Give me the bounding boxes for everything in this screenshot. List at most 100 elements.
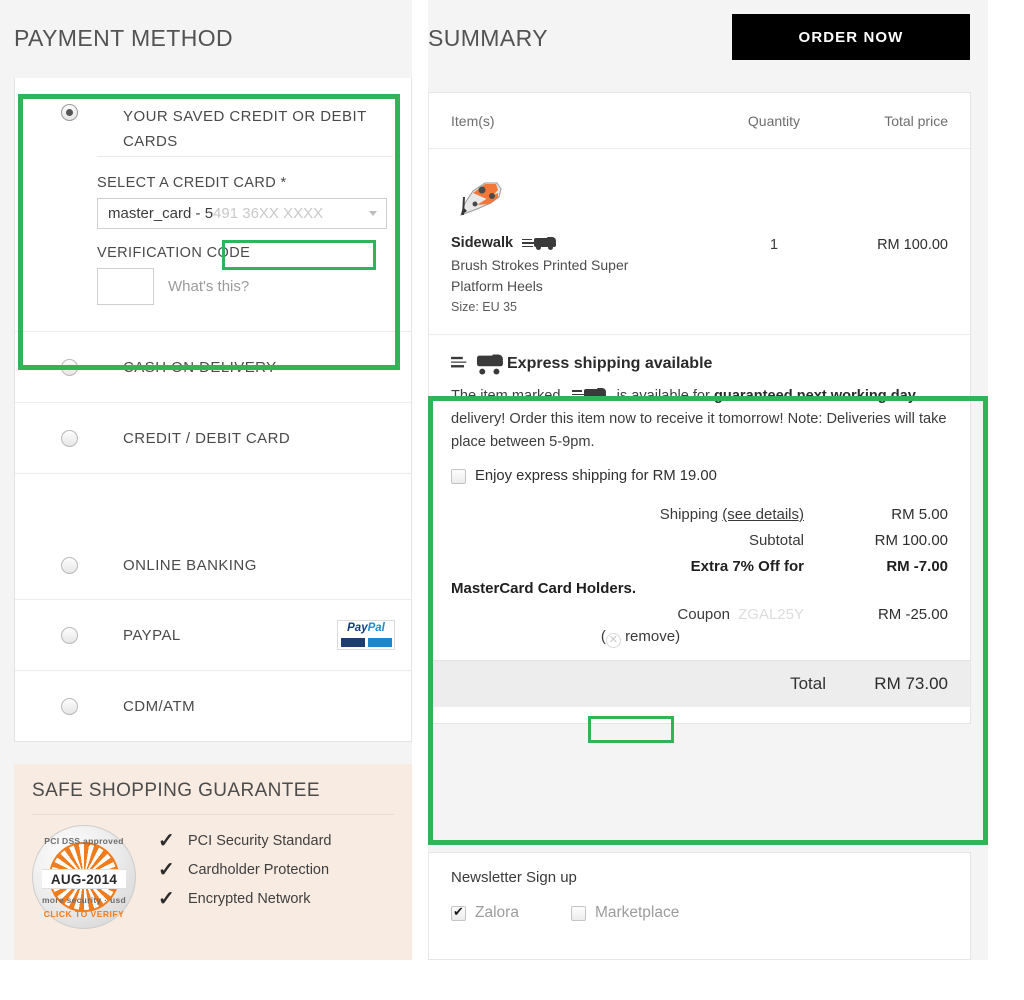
product-title-row: Sidewalk (451, 235, 720, 251)
coupon-code-value[interactable]: ZGAL25Y (738, 606, 804, 623)
discount-value: RM -7.00 (886, 558, 948, 575)
credit-card-select[interactable]: master_card - 5 491 36XX XXXX (97, 198, 387, 229)
express-shipping-block: Express shipping available The item mark… (429, 335, 970, 490)
column-header-quantity: Quantity (747, 112, 801, 129)
checkout-page: PAYMENT METHOD YOUR SAVED CREDIT OR DEBI… (0, 0, 1024, 1000)
payment-method-panel: YOUR SAVED CREDIT OR DEBIT CARDS SELECT … (14, 78, 412, 742)
radio-saved-cards[interactable] (61, 104, 78, 121)
payment-option-cdm-atm[interactable]: CDM/ATM (15, 671, 411, 741)
payment-option-label: YOUR SAVED CREDIT OR DEBIT CARDS (123, 108, 367, 150)
product-quantity: 1 (769, 237, 779, 253)
shipping-value: RM 5.00 (891, 506, 948, 523)
summary-footer-strip (428, 938, 971, 960)
safe-shopping-divider (32, 814, 394, 815)
list-item: ✓ Encrypted Network (158, 889, 331, 909)
payment-option-online-banking[interactable]: ONLINE BANKING (15, 474, 411, 600)
express-shipping-title: Express shipping available (507, 355, 713, 372)
list-item: ✓ Cardholder Protection (158, 860, 331, 880)
express-shipping-checkbox[interactable] (451, 468, 466, 484)
newsletter-option-label: Zalora (475, 904, 519, 921)
product-name: Brush Strokes Printed Super Platform Hee… (451, 257, 629, 294)
selected-card-masked: 491 36XX XXXX (213, 205, 324, 222)
payment-option-credit-debit-card[interactable]: CREDIT / DEBIT CARD (15, 403, 411, 474)
product-total-price: RM 100.00 (877, 237, 948, 253)
close-icon[interactable]: ✕ (605, 633, 621, 648)
column-header-total-price: Total price (884, 112, 948, 129)
shipping-label: Shipping (659, 506, 719, 523)
safe-item-label: Cardholder Protection (188, 862, 330, 878)
truck-icon (571, 388, 606, 401)
column-header-items: Item(s) (451, 112, 495, 129)
newsletter-option-zalora[interactable]: Zalora (451, 904, 519, 922)
newsletter-title: Newsletter Sign up (451, 869, 577, 886)
express-text-part2: is available for (616, 388, 710, 404)
payment-option-cash-on-delivery[interactable]: CASH ON DELIVERY (15, 332, 411, 403)
express-shipping-option[interactable]: Enjoy express shipping for RM 19.00 (451, 468, 948, 484)
selected-card-prefix: master_card - 5 (108, 205, 214, 222)
badge-top-text: PCI DSS approved (44, 836, 124, 846)
truck-icon (451, 353, 503, 375)
subtotal-value: RM 100.00 (874, 532, 948, 549)
summary-heading: SUMMARY (428, 25, 548, 51)
see-details-link[interactable]: (see details) (722, 506, 804, 523)
payment-method-heading: PAYMENT METHOD (14, 25, 234, 51)
radio-paypal[interactable] (61, 626, 78, 644)
coupon-value: RM -25.00 (877, 606, 948, 623)
safe-item-label: Encrypted Network (188, 891, 311, 907)
safe-item-label: PCI Security Standard (188, 833, 332, 849)
radio-online-banking[interactable] (61, 557, 78, 574)
radio-cdm-atm[interactable] (61, 697, 78, 715)
table-row: Sidewalk Brush Strokes Printed Super Pla… (429, 149, 970, 335)
coupon-label: Coupon (677, 606, 730, 623)
totals-block: Shipping (see details) RM 5.00 Subtotal … (429, 490, 970, 648)
totals-row-shipping: Shipping (see details) RM 5.00 (451, 506, 948, 523)
discount-label: Extra 7% Off for (690, 558, 804, 575)
payment-option-label: PAYPAL (123, 626, 181, 644)
saved-card-form: SELECT A CREDIT CARD * master_card - 5 4… (31, 156, 395, 331)
radio-credit-debit-card[interactable] (61, 429, 78, 447)
safe-shopping-list: ✓ PCI Security Standard ✓ Cardholder Pro… (158, 825, 331, 929)
paypal-logo-icon: PayPal (337, 620, 395, 650)
radio-cash-on-delivery[interactable] (61, 358, 78, 376)
payment-option-label: CDM/ATM (123, 697, 196, 715)
payment-option-paypal[interactable]: PAYPAL PayPal (15, 600, 411, 671)
order-now-button[interactable]: ORDER NOW (732, 14, 970, 60)
totals-row-subtotal: Subtotal RM 100.00 (451, 532, 948, 549)
totals-row-discount: Extra 7% Off for RM -7.00 (451, 558, 948, 575)
coupon-remove-label[interactable]: remove (625, 628, 675, 645)
badge-verify-text: CLICK TO VERIFY (43, 909, 125, 919)
express-text-bold: guaranteed next working day (713, 388, 916, 404)
order-summary-card: Item(s) Quantity Total price Sidewalk Br… (428, 92, 971, 724)
total-value: RM 73.00 (874, 674, 948, 693)
product-brand: Sidewalk (451, 235, 514, 251)
list-item: ✓ PCI Security Standard (158, 831, 331, 851)
total-label: Total (790, 674, 826, 693)
badge-bottom-text: more security · usd (41, 895, 127, 905)
newsletter-option-marketplace[interactable]: Marketplace (570, 904, 679, 922)
newsletter-checkbox-marketplace[interactable] (570, 905, 586, 921)
badge-date: AUG-2014 (42, 869, 126, 889)
check-icon: ✓ (158, 830, 175, 852)
product-thumbnail[interactable] (451, 163, 509, 225)
express-text-part3: delivery! Order this item now to receive… (451, 411, 947, 450)
safe-shopping-guarantee: SAFE SHOPPING GUARANTEE PCI DSS approved… (14, 764, 412, 960)
express-text-part1: The item marked (451, 388, 561, 404)
verification-code-input[interactable] (97, 268, 154, 305)
check-icon: ✓ (158, 859, 175, 881)
summary-table-header: Item(s) Quantity Total price (429, 93, 970, 149)
newsletter-checkbox-zalora[interactable] (451, 904, 466, 921)
payment-option-label: CASH ON DELIVERY (123, 358, 277, 376)
payment-option-saved-cards[interactable]: YOUR SAVED CREDIT OR DEBIT CARDS SELECT … (15, 78, 411, 332)
chevron-down-icon (369, 211, 377, 216)
verification-code-label: VERIFICATION CODE (97, 245, 251, 261)
newsletter-signup-card: Newsletter Sign up Zalora Marketplace (428, 852, 971, 941)
whats-this-link[interactable]: What's this? (168, 278, 249, 295)
subtotal-label: Subtotal (748, 532, 804, 549)
payment-option-label: CREDIT / DEBIT CARD (123, 429, 291, 447)
payment-option-label: ONLINE BANKING (123, 557, 257, 574)
grand-total-row: Total RM 73.00 (429, 660, 970, 707)
pci-dss-badge-icon[interactable]: PCI DSS approved AUG-2014 more security … (32, 825, 136, 929)
truck-icon (522, 236, 557, 250)
safe-shopping-heading: SAFE SHOPPING GUARANTEE (32, 780, 320, 801)
coupon-remove-row[interactable]: (✕ remove) (451, 628, 948, 648)
